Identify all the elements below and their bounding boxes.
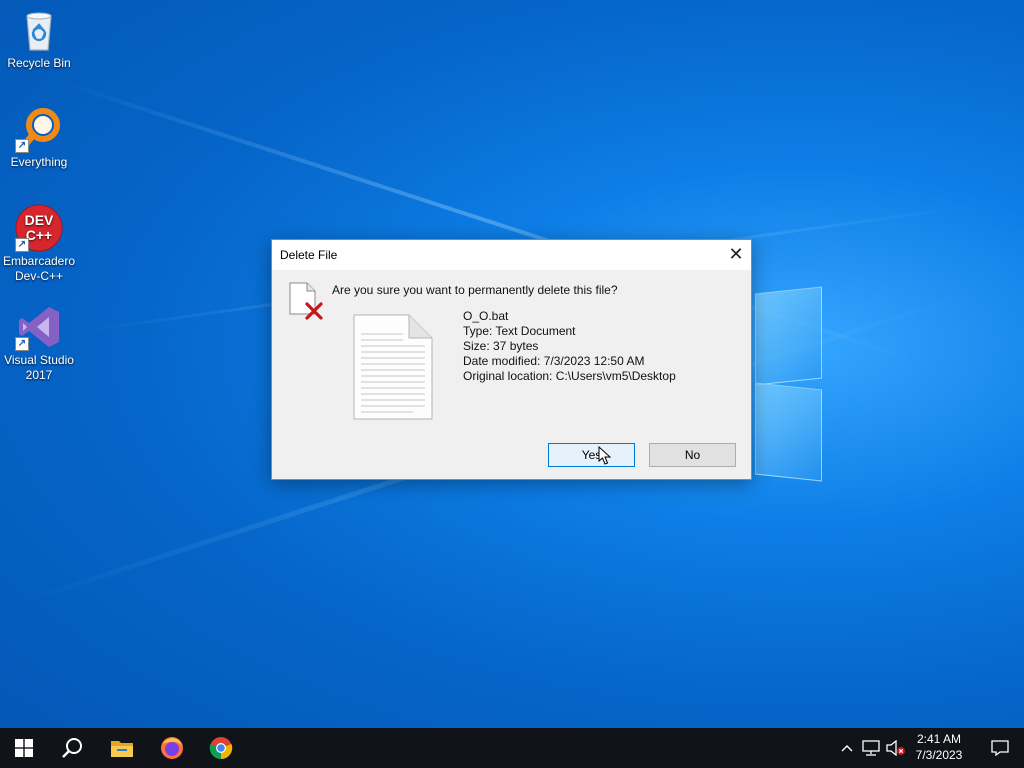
- shortcut-arrow-icon: ↗: [15, 238, 29, 252]
- mouse-pointer-icon: [598, 445, 612, 466]
- text-document-thumbnail-icon: [353, 314, 433, 420]
- wallpaper-windows-logo-pane: [755, 382, 822, 482]
- file-explorer-icon: [111, 741, 133, 757]
- file-original-location: Original location: C:\Users\vm5\Desktop: [463, 369, 676, 383]
- desktop-icon-recycle-bin[interactable]: Recycle Bin: [2, 6, 76, 71]
- wallpaper-windows-logo-pane: [755, 286, 822, 386]
- file-name: O_O.bat: [463, 309, 509, 323]
- show-hidden-icons-button[interactable]: [838, 728, 856, 768]
- taskbar-file-explorer[interactable]: [98, 728, 146, 768]
- action-center-button[interactable]: [976, 728, 1024, 768]
- chevron-up-icon: [841, 745, 853, 752]
- desktop-icon-label: Visual Studio 2017: [4, 353, 74, 382]
- clock-date: 7/3/2023: [915, 748, 963, 762]
- no-button[interactable]: No: [649, 443, 736, 467]
- desktop-icon-label: Embarcadero Dev-C++: [2, 254, 76, 283]
- search-button[interactable]: [48, 728, 96, 768]
- visual-studio-icon: ↗: [15, 303, 63, 351]
- desktop-icon-visual-studio[interactable]: ↗ Visual Studio 2017: [2, 303, 76, 383]
- dialog-titlebar[interactable]: Delete File ✕: [272, 240, 751, 270]
- volume-muted-icon: [886, 740, 905, 756]
- network-status[interactable]: [860, 728, 882, 768]
- devcpp-logo-text: C++: [26, 227, 52, 243]
- recycle-bin-icon: [15, 6, 63, 54]
- file-size: Size: 37 bytes: [463, 339, 539, 353]
- delete-file-icon: [289, 282, 323, 320]
- delete-file-dialog: Delete File ✕ Are you sure you want to p…: [271, 239, 752, 480]
- file-details: O_O.bat Type: Text Document Size: 37 byt…: [463, 309, 676, 384]
- everything-search-icon: ↗: [15, 105, 63, 153]
- confirmation-question: Are you sure you want to permanently del…: [332, 283, 618, 297]
- file-date-modified: Date modified: 7/3/2023 12:50 AM: [463, 354, 645, 368]
- devcpp-logo-text: DEV: [25, 212, 54, 228]
- chrome-icon: [209, 737, 233, 760]
- firefox-icon: [161, 737, 183, 759]
- desktop-icon-label: Everything: [10, 155, 68, 169]
- search-icon: [62, 738, 82, 758]
- shortcut-arrow-icon: ↗: [15, 139, 29, 153]
- desktop-icon-label: Recycle Bin: [7, 56, 71, 70]
- notification-icon: [991, 740, 1009, 756]
- start-button[interactable]: [0, 728, 48, 768]
- close-button[interactable]: ✕: [721, 240, 751, 270]
- taskbar-chrome[interactable]: [197, 728, 245, 768]
- dialog-title: Delete File: [280, 248, 338, 262]
- desktop-icon-devcpp[interactable]: DEV C++ ↗ Embarcadero Dev-C++: [2, 204, 76, 284]
- file-type: Type: Text Document: [463, 324, 576, 338]
- yes-button[interactable]: Yes: [548, 443, 635, 467]
- clock-time: 2:41 AM: [916, 732, 962, 746]
- shortcut-arrow-icon: ↗: [15, 337, 29, 351]
- desktop-icon-everything[interactable]: ↗ Everything: [2, 105, 76, 170]
- network-icon: [862, 740, 880, 756]
- taskbar-clock[interactable]: 2:41 AM 7/3/2023: [904, 731, 974, 763]
- windows-start-icon: [15, 739, 33, 757]
- taskbar: 2:41 AM 7/3/2023: [0, 728, 1024, 768]
- taskbar-firefox[interactable]: [148, 728, 196, 768]
- devcpp-icon: DEV C++ ↗: [15, 204, 63, 252]
